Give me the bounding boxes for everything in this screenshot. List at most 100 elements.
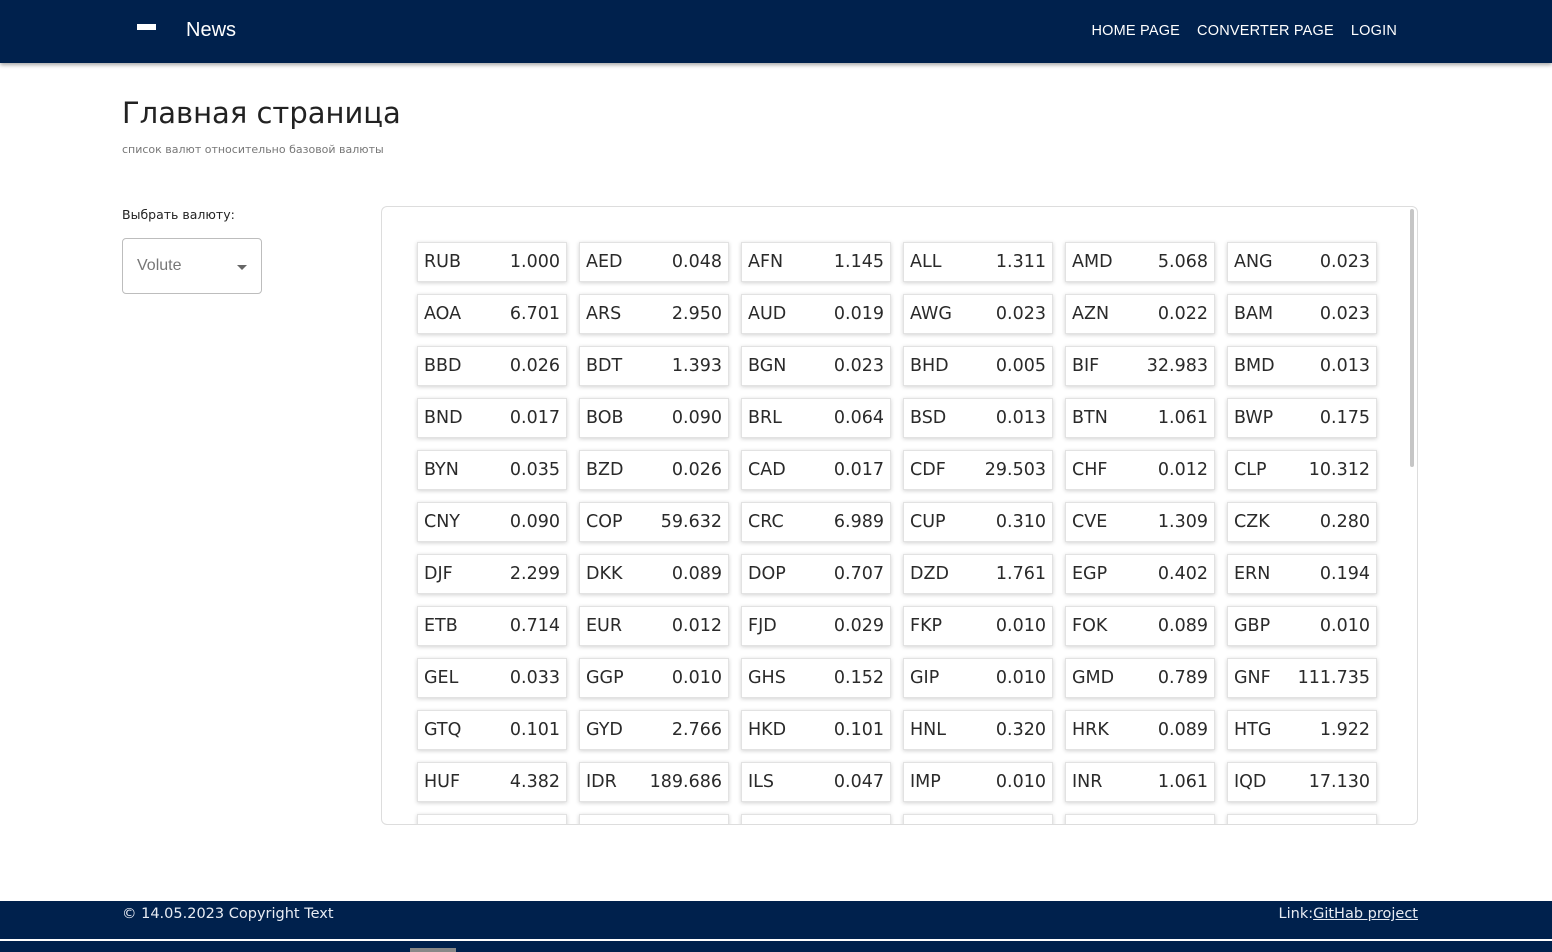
rate-card[interactable]: BSD 0.013 [903, 398, 1053, 438]
rate-card[interactable]: ALL 1.311 [903, 242, 1053, 282]
rate-card-partial[interactable] [903, 814, 1053, 824]
rate-code: BWP [1234, 408, 1274, 428]
rate-card[interactable]: HRK 0.089 [1065, 710, 1215, 750]
rate-card-partial[interactable] [579, 814, 729, 824]
rate-card[interactable]: CLP 10.312 [1227, 450, 1377, 490]
rate-card[interactable]: BMD 0.013 [1227, 346, 1377, 386]
rate-card-partial[interactable] [417, 814, 567, 824]
rate-card[interactable]: ARS 2.950 [579, 294, 729, 334]
rate-value: 0.022 [1157, 304, 1208, 324]
nav-login[interactable]: LOGIN [1351, 23, 1397, 39]
rate-card[interactable]: AUD 0.019 [741, 294, 891, 334]
rate-value: 0.013 [1319, 356, 1370, 376]
rate-card[interactable]: AOA 6.701 [417, 294, 567, 334]
rate-code: HTG [1234, 720, 1272, 740]
rate-card[interactable]: DJF 2.299 [417, 554, 567, 594]
rate-value: 5.068 [1157, 252, 1208, 272]
rate-card[interactable]: BIF 32.983 [1065, 346, 1215, 386]
github-project-link[interactable]: GitHab project [1313, 906, 1418, 922]
rate-code: BDT [586, 356, 623, 376]
rate-card[interactable]: BOB 0.090 [579, 398, 729, 438]
rate-card[interactable]: EGP 0.402 [1065, 554, 1215, 594]
rate-card[interactable]: GIP 0.010 [903, 658, 1053, 698]
rate-card[interactable]: CUP 0.310 [903, 502, 1053, 542]
rate-code: FOK [1072, 616, 1108, 636]
rate-card[interactable]: FOK 0.089 [1065, 606, 1215, 646]
rate-card[interactable]: BZD 0.026 [579, 450, 729, 490]
rate-card[interactable]: BWP 0.175 [1227, 398, 1377, 438]
rate-card[interactable]: BYN 0.035 [417, 450, 567, 490]
rate-card[interactable]: BBD 0.026 [417, 346, 567, 386]
rate-code: CHF [1072, 460, 1108, 480]
currency-select[interactable]: Volute [122, 238, 262, 294]
rate-card[interactable]: AZN 0.022 [1065, 294, 1215, 334]
rates-panel[interactable]: RUB 1.000 AED 0.048 AFN 1.145 ALL 1.311 AMD 5.068… [381, 206, 1418, 825]
rate-code: GIP [910, 668, 940, 688]
rate-card[interactable]: ERN 0.194 [1227, 554, 1377, 594]
rate-card[interactable]: HTG 1.922 [1227, 710, 1377, 750]
rate-card[interactable]: GYD 2.766 [579, 710, 729, 750]
rate-card[interactable]: CNY 0.090 [417, 502, 567, 542]
rate-code: ARS [586, 304, 622, 324]
rate-card[interactable]: DZD 1.761 [903, 554, 1053, 594]
rate-code: AWG [910, 304, 952, 324]
rate-card[interactable]: AMD 5.068 [1065, 242, 1215, 282]
rate-card[interactable]: ANG 0.023 [1227, 242, 1377, 282]
rate-card[interactable]: ETB 0.714 [417, 606, 567, 646]
rate-card[interactable]: IQD 17.130 [1227, 762, 1377, 802]
rate-card[interactable]: BRL 0.064 [741, 398, 891, 438]
rate-card[interactable]: BHD 0.005 [903, 346, 1053, 386]
rate-value: 0.089 [671, 564, 722, 584]
footer: © 14.05.2023 Copyright Text Link:GitHab … [0, 901, 1552, 939]
rate-card[interactable]: IMP 0.010 [903, 762, 1053, 802]
rate-card[interactable]: CZK 0.280 [1227, 502, 1377, 542]
rate-card[interactable]: DKK 0.089 [579, 554, 729, 594]
rate-card[interactable]: COP 59.632 [579, 502, 729, 542]
rate-card[interactable]: HNL 0.320 [903, 710, 1053, 750]
rate-value: 0.090 [671, 408, 722, 428]
rate-card-partial[interactable] [1065, 814, 1215, 824]
rate-card[interactable]: DOP 0.707 [741, 554, 891, 594]
rate-card[interactable]: FKP 0.010 [903, 606, 1053, 646]
rate-code: DJF [424, 564, 453, 584]
nav-converter-page[interactable]: CONVERTER PAGE [1197, 23, 1334, 39]
rate-card[interactable]: BDT 1.393 [579, 346, 729, 386]
rate-card[interactable]: CDF 29.503 [903, 450, 1053, 490]
rate-card[interactable]: GNF 111.735 [1227, 658, 1377, 698]
rate-card[interactable]: IDR 189.686 [579, 762, 729, 802]
rate-card[interactable]: BND 0.017 [417, 398, 567, 438]
rate-value: 0.023 [1319, 252, 1370, 272]
rate-card[interactable]: ILS 0.047 [741, 762, 891, 802]
rate-code: AED [586, 252, 623, 272]
rate-card[interactable]: EUR 0.012 [579, 606, 729, 646]
rate-card[interactable]: AED 0.048 [579, 242, 729, 282]
scrollbar-thumb[interactable] [1410, 209, 1414, 467]
rate-card[interactable]: GMD 0.789 [1065, 658, 1215, 698]
rate-card-partial[interactable] [741, 814, 891, 824]
rate-card[interactable]: GBP 0.010 [1227, 606, 1377, 646]
rate-card-partial[interactable] [1227, 814, 1377, 824]
rate-card[interactable]: AFN 1.145 [741, 242, 891, 282]
rate-card[interactable]: BTN 1.061 [1065, 398, 1215, 438]
rate-card[interactable]: CHF 0.012 [1065, 450, 1215, 490]
rate-card[interactable]: GGP 0.010 [579, 658, 729, 698]
rate-card[interactable]: AWG 0.023 [903, 294, 1053, 334]
rate-card[interactable]: GEL 0.033 [417, 658, 567, 698]
rate-value: 0.101 [509, 720, 560, 740]
rate-card[interactable]: RUB 1.000 [417, 242, 567, 282]
rate-card[interactable]: CAD 0.017 [741, 450, 891, 490]
menu-button[interactable] [128, 16, 164, 46]
rate-value: 1.309 [1157, 512, 1208, 532]
rate-value: 1.061 [1157, 408, 1208, 428]
rate-card[interactable]: INR 1.061 [1065, 762, 1215, 802]
rate-card[interactable]: BAM 0.023 [1227, 294, 1377, 334]
rate-card[interactable]: HKD 0.101 [741, 710, 891, 750]
rate-card[interactable]: HUF 4.382 [417, 762, 567, 802]
rate-card[interactable]: CVE 1.309 [1065, 502, 1215, 542]
rate-card[interactable]: FJD 0.029 [741, 606, 891, 646]
nav-home-page[interactable]: HOME PAGE [1092, 23, 1181, 39]
rate-card[interactable]: GHS 0.152 [741, 658, 891, 698]
rate-card[interactable]: CRC 6.989 [741, 502, 891, 542]
rate-card[interactable]: GTQ 0.101 [417, 710, 567, 750]
rate-card[interactable]: BGN 0.023 [741, 346, 891, 386]
